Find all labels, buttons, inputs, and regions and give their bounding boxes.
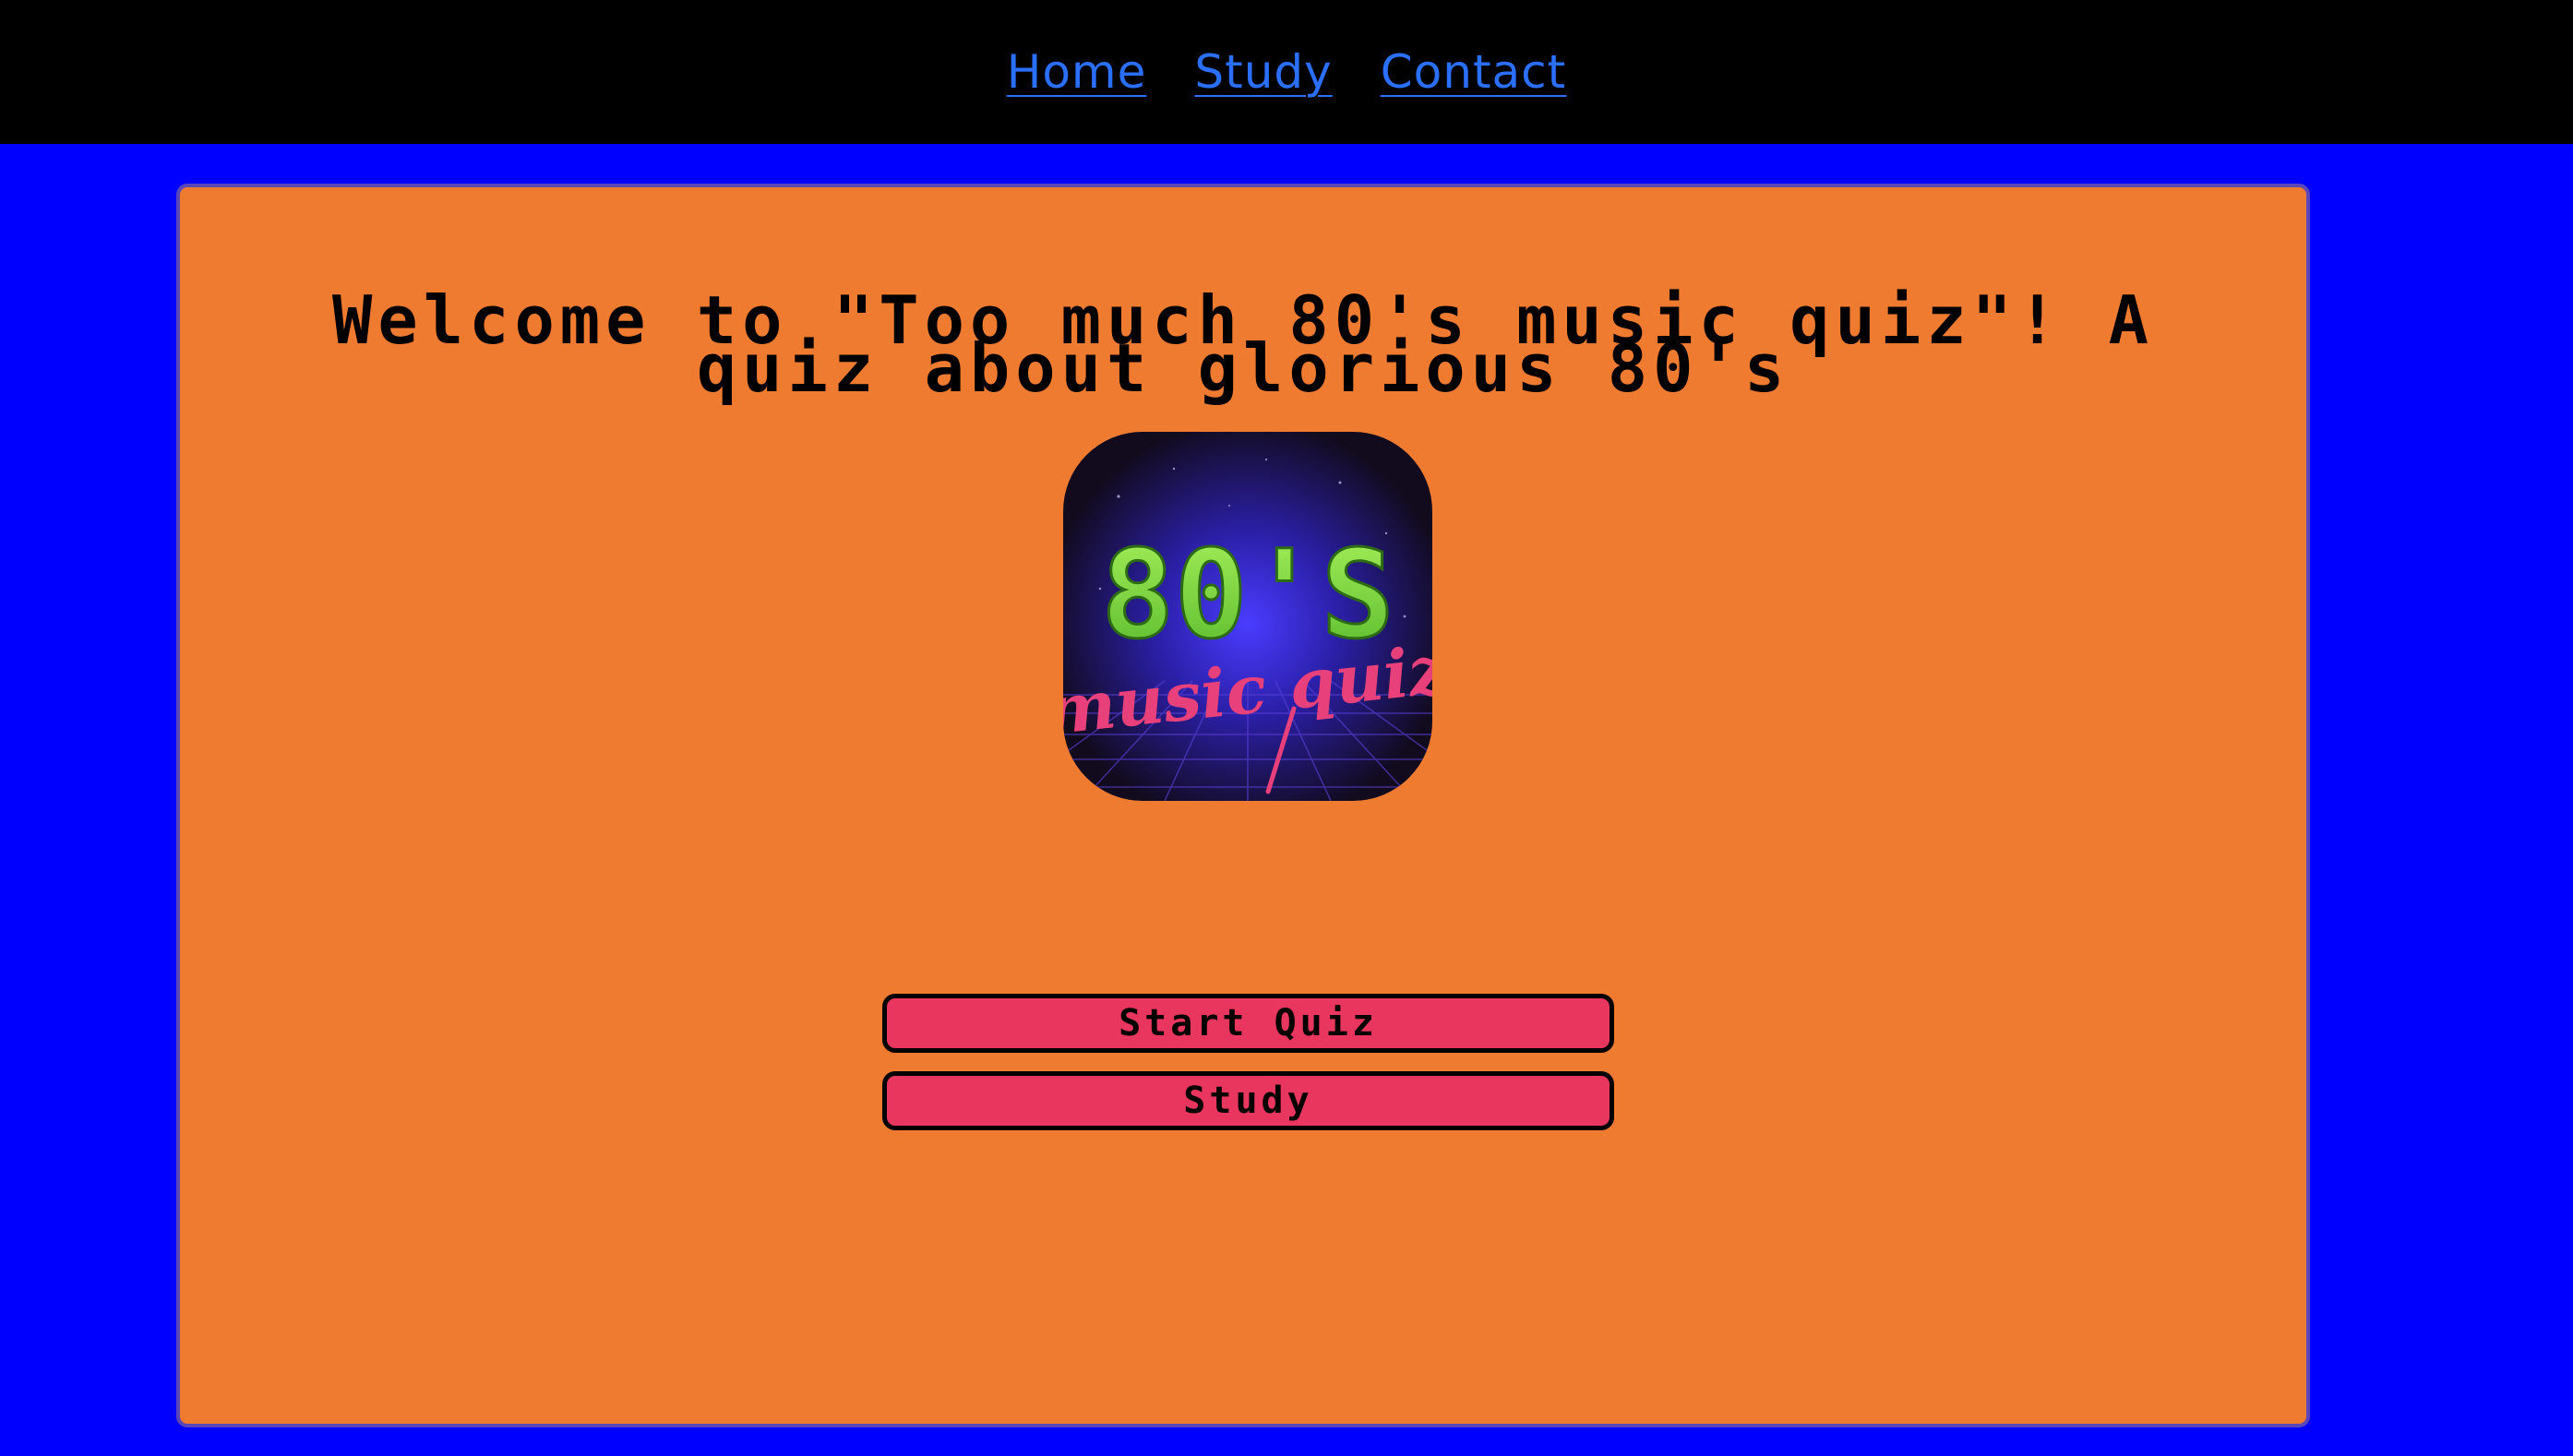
study-button[interactable]: Study: [882, 1071, 1614, 1130]
nav-link-home[interactable]: Home: [1007, 45, 1147, 99]
nav-link-study[interactable]: Study: [1194, 45, 1332, 99]
main-card: Welcome to "Too much 80's music quiz"! A…: [176, 184, 2310, 1427]
top-navbar: Home Study Contact: [0, 0, 2573, 144]
start-quiz-button[interactable]: Start Quiz: [882, 994, 1614, 1053]
quiz-logo-image: 80'S music quiz: [1063, 432, 1432, 801]
logo-artwork: 80'S music quiz: [1063, 432, 1432, 801]
nav-link-contact[interactable]: Contact: [1381, 45, 1567, 99]
page-title: Welcome to "Too much 80's music quiz"! A…: [332, 281, 2154, 407]
